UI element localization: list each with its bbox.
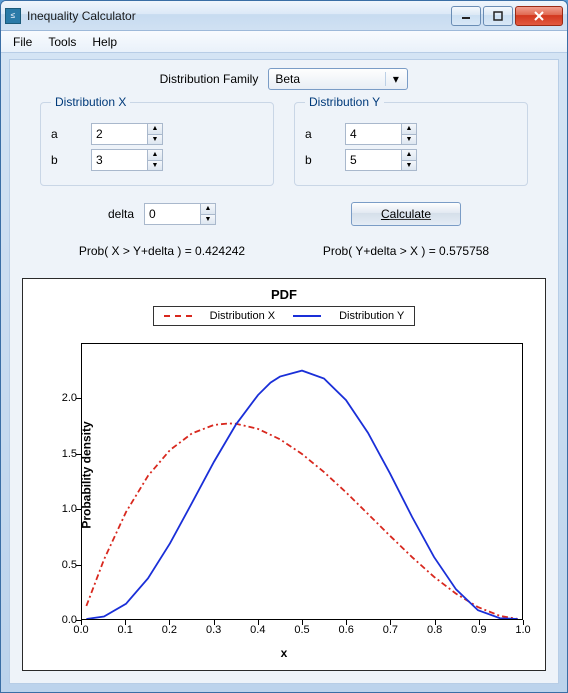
x-axis-label: x [281, 646, 288, 660]
menu-file[interactable]: File [5, 33, 40, 51]
distribution-panels: Distribution X a ▲▼ b ▲▼ Di [40, 102, 528, 186]
spin-up-icon[interactable]: ▲ [402, 150, 416, 161]
close-button[interactable] [515, 6, 563, 26]
result-prob1: Prob( X > Y+delta ) = 0.424242 [79, 244, 245, 258]
app-window: ≤ Inequality Calculator File Tools Help … [0, 0, 568, 693]
window-title: Inequality Calculator [27, 9, 451, 23]
delta-label: delta [108, 207, 134, 221]
spin-down-icon[interactable]: ▼ [148, 135, 162, 145]
dist-family-label: Distribution Family [160, 72, 259, 86]
spin-down-icon[interactable]: ▼ [402, 161, 416, 171]
spin-up-icon[interactable]: ▲ [201, 204, 215, 215]
maximize-button[interactable] [483, 6, 513, 26]
results-row: Prob( X > Y+delta ) = 0.424242 Prob( Y+d… [40, 244, 528, 258]
spin-up-icon[interactable]: ▲ [402, 124, 416, 135]
dist-y-a-spinner[interactable]: ▲▼ [345, 123, 417, 145]
menubar: File Tools Help [1, 31, 567, 53]
spin-up-icon[interactable]: ▲ [148, 124, 162, 135]
spin-down-icon[interactable]: ▼ [201, 215, 215, 225]
calculate-button-label: Calculate [381, 207, 431, 221]
dist-x-b-label: b [51, 153, 81, 167]
legend-label-y: Distribution Y [339, 310, 404, 322]
menu-tools[interactable]: Tools [40, 33, 84, 51]
dist-family-value: Beta [275, 72, 300, 86]
y-tick-label: 1.5 [55, 448, 77, 460]
dist-y-b-input[interactable] [345, 149, 401, 171]
x-tick-label: 0.3 [206, 624, 221, 636]
x-tick-label: 0.1 [118, 624, 133, 636]
window-controls [451, 6, 563, 26]
dist-y-title: Distribution Y [305, 95, 384, 109]
minimize-button[interactable] [451, 6, 481, 26]
dist-x-b-spinner[interactable]: ▲▼ [91, 149, 163, 171]
calculate-button[interactable]: Calculate [351, 202, 461, 226]
plot-region [81, 343, 523, 620]
dist-x-b-input[interactable] [91, 149, 147, 171]
dist-x-a-input[interactable] [91, 123, 147, 145]
y-tick-label: 1.0 [55, 503, 77, 515]
chart-legend: Distribution X Distribution Y [153, 306, 416, 326]
x-tick-label: 0.2 [162, 624, 177, 636]
delta-calc-row: delta ▲▼ Calculate [40, 202, 528, 226]
client-area: Distribution Family Beta ▾ Distribution … [9, 59, 559, 684]
app-icon: ≤ [5, 8, 21, 24]
dist-y-b-spinner[interactable]: ▲▼ [345, 149, 417, 171]
dist-x-title: Distribution X [51, 95, 130, 109]
dist-x-a-label: a [51, 127, 81, 141]
y-tick-label: 0.5 [55, 559, 77, 571]
x-tick-label: 0.4 [250, 624, 265, 636]
x-tick-label: 0.7 [383, 624, 398, 636]
legend-label-x: Distribution X [210, 310, 275, 322]
dist-family-row: Distribution Family Beta ▾ [10, 68, 558, 90]
dist-y-b-label: b [305, 153, 335, 167]
delta-spinner[interactable]: ▲▼ [144, 203, 216, 225]
menu-help[interactable]: Help [84, 33, 125, 51]
legend-swatch-y [293, 315, 321, 317]
x-tick-label: 0.9 [471, 624, 486, 636]
x-tick-label: 0.5 [294, 624, 309, 636]
x-tick-label: 0.0 [73, 624, 88, 636]
chart-frame: PDF Distribution X Distribution Y Probab… [22, 278, 546, 671]
x-tick-label: 1.0 [515, 624, 530, 636]
y-tick-label: 2.0 [55, 392, 77, 404]
chevron-down-icon: ▾ [385, 72, 401, 86]
spin-up-icon[interactable]: ▲ [148, 150, 162, 161]
chart-area: PDF Distribution X Distribution Y Probab… [31, 287, 537, 662]
dist-x-group: Distribution X a ▲▼ b ▲▼ [40, 102, 274, 186]
dist-family-combo[interactable]: Beta ▾ [268, 68, 408, 90]
dist-y-group: Distribution Y a ▲▼ b ▲▼ [294, 102, 528, 186]
x-tick-label: 0.6 [339, 624, 354, 636]
delta-input[interactable] [144, 203, 200, 225]
spin-down-icon[interactable]: ▼ [402, 135, 416, 145]
dist-y-a-input[interactable] [345, 123, 401, 145]
dist-y-a-label: a [305, 127, 335, 141]
chart-title: PDF [31, 287, 537, 302]
dist-x-a-spinner[interactable]: ▲▼ [91, 123, 163, 145]
result-prob2: Prob( Y+delta > X ) = 0.575758 [323, 244, 489, 258]
spin-down-icon[interactable]: ▼ [148, 161, 162, 171]
x-tick-label: 0.8 [427, 624, 442, 636]
titlebar[interactable]: ≤ Inequality Calculator [1, 1, 567, 31]
legend-swatch-x [164, 315, 192, 317]
